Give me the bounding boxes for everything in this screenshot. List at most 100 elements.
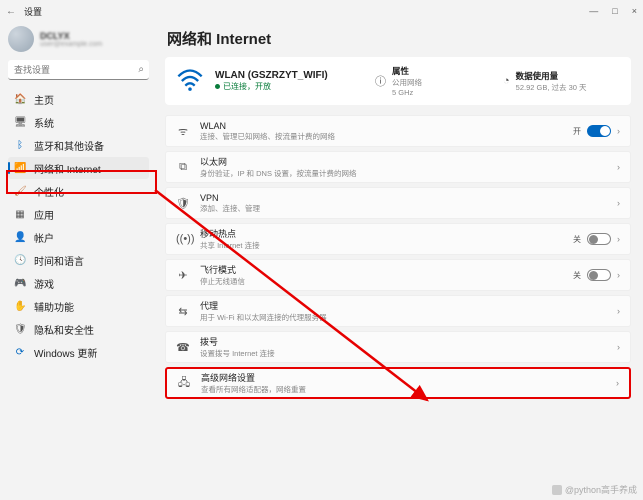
- row-title: 飞行模式: [200, 263, 573, 276]
- avatar: [8, 26, 34, 52]
- maximize-button[interactable]: □: [612, 6, 617, 16]
- setting-row-5[interactable]: ⇆代理用于 Wi-Fi 和以太网连接的代理服务器›: [165, 295, 631, 327]
- app-title: 设置: [24, 5, 42, 18]
- nav-label: 网络和 Internet: [34, 161, 101, 176]
- close-button[interactable]: ×: [632, 6, 637, 16]
- toggle-switch[interactable]: [587, 233, 611, 245]
- nav-label: 隐私和安全性: [34, 322, 94, 337]
- back-button[interactable]: ←: [6, 6, 16, 17]
- row-desc: 共享 Internet 连接: [200, 240, 573, 251]
- network-status-card[interactable]: WLAN (GSZRZYT_WIFI) 已连接，开放 ⓘ 属性 公用网络 5 G…: [165, 57, 631, 105]
- search-input[interactable]: [8, 60, 149, 80]
- chevron-right-icon: ›: [617, 270, 620, 280]
- nav-label: 主页: [34, 92, 54, 107]
- nav-icon: 🛡: [14, 324, 26, 335]
- properties-block[interactable]: ⓘ 属性 公用网络 5 GHz: [375, 65, 493, 97]
- user-block[interactable]: DCLYX user@example.com: [8, 26, 149, 52]
- chevron-right-icon: ›: [617, 306, 620, 316]
- sidebar-item-5[interactable]: ▦ 应用: [8, 203, 149, 225]
- nav-icon: ✋: [14, 301, 26, 312]
- row-icon: 🛡: [176, 197, 190, 210]
- settings-list: ᯤWLAN连接、管理已知网络、按流量计费的网络开›⧉以太网身份验证，IP 和 D…: [165, 115, 631, 399]
- sidebar-item-4[interactable]: 🖌个性化: [8, 180, 149, 202]
- sidebar-item-6[interactable]: 👤 帐户: [8, 226, 149, 248]
- row-title: 拨号: [200, 335, 617, 348]
- row-desc: 身份验证，IP 和 DNS 设置，按流量计费的网络: [200, 168, 617, 179]
- watermark: @python高手养成: [552, 483, 637, 496]
- nav-icon: ▦: [14, 209, 26, 220]
- user-email: user@example.com: [40, 41, 102, 48]
- search-box[interactable]: ⌕: [8, 60, 149, 80]
- user-name: DCLYX: [40, 31, 102, 41]
- nav-list: 🏠 主页 🖥 系统 ᛒ 蓝牙和其他设备 📶 网络和 Internet 🖌个性化 ▦ 应用 👤 帐户 🕓 时间…: [8, 88, 149, 363]
- sidebar-item-2[interactable]: ᛒ 蓝牙和其他设备: [8, 134, 149, 156]
- toggle-switch[interactable]: [587, 125, 611, 137]
- chevron-right-icon: ›: [616, 378, 619, 388]
- nav-icon: 👤: [14, 232, 26, 243]
- toggle-label: 关: [573, 234, 581, 245]
- row-desc: 停止无线通信: [200, 276, 573, 287]
- chevron-right-icon: ›: [617, 198, 620, 208]
- row-desc: 用于 Wi-Fi 和以太网连接的代理服务器: [200, 312, 617, 323]
- titlebar: ← 设置 — □ ×: [0, 0, 643, 22]
- info-icon: ⓘ: [375, 73, 386, 89]
- row-desc: 连接、管理已知网络、按流量计费的网络: [200, 131, 573, 142]
- toggle-label: 关: [573, 270, 581, 281]
- chevron-right-icon: ›: [617, 342, 620, 352]
- row-title: 代理: [200, 299, 617, 312]
- nav-label: Windows 更新: [34, 345, 97, 360]
- row-title: 以太网: [200, 155, 617, 168]
- nav-icon: ᛒ: [14, 140, 26, 151]
- setting-row-2[interactable]: 🛡VPN添加、连接、管理›: [165, 187, 631, 219]
- sidebar-item-9[interactable]: ✋ 辅助功能: [8, 295, 149, 317]
- wifi-large-icon: [175, 66, 205, 96]
- setting-row-7[interactable]: 🖧高级网络设置查看所有网络适配器，网络重置›: [165, 367, 631, 399]
- nav-icon: 🕓: [14, 255, 26, 266]
- row-icon: ᯤ: [176, 124, 190, 139]
- nav-label: 系统: [34, 115, 54, 130]
- search-icon: ⌕: [138, 64, 144, 75]
- ssid-label: WLAN (GSZRZYT_WIFI): [215, 70, 365, 81]
- usage-sub: 52.92 GB, 过去 30 天: [516, 82, 587, 93]
- sidebar-item-7[interactable]: 🕓 时间和语言: [8, 249, 149, 271]
- row-desc: 设置拨号 Internet 连接: [200, 348, 617, 359]
- minimize-button[interactable]: —: [589, 6, 598, 16]
- sidebar: DCLYX user@example.com ⌕ 🏠 主页 🖥 系统 ᛒ 蓝牙和其他设备 📶…: [0, 22, 155, 500]
- page-title: 网络和 Internet: [167, 28, 631, 49]
- nav-icon: 🖌: [14, 186, 26, 197]
- setting-row-3[interactable]: ((•))移动热点共享 Internet 连接关›: [165, 223, 631, 255]
- nav-label: 时间和语言: [34, 253, 84, 268]
- sidebar-item-11[interactable]: ⟳Windows 更新: [8, 341, 149, 363]
- nav-label: 蓝牙和其他设备: [34, 138, 104, 153]
- nav-icon: 🎮: [14, 278, 26, 289]
- chevron-right-icon: ›: [617, 234, 620, 244]
- toggle-switch[interactable]: [587, 269, 611, 281]
- row-title: 移动热点: [200, 227, 573, 240]
- nav-icon: 📶: [14, 163, 26, 174]
- sidebar-item-10[interactable]: 🛡 隐私和安全性: [8, 318, 149, 340]
- sidebar-item-8[interactable]: 🎮游戏: [8, 272, 149, 294]
- nav-icon: 🖥: [14, 117, 26, 128]
- nav-label: 应用: [34, 207, 54, 222]
- sidebar-item-1[interactable]: 🖥 系统: [8, 111, 149, 133]
- nav-label: 帐户: [34, 230, 54, 245]
- usage-title: 数据使用量: [516, 70, 587, 82]
- nav-icon: 🏠: [14, 94, 26, 105]
- sidebar-item-3[interactable]: 📶 网络和 Internet: [8, 157, 149, 179]
- setting-row-0[interactable]: ᯤWLAN连接、管理已知网络、按流量计费的网络开›: [165, 115, 631, 147]
- data-usage-block[interactable]: ◔ 数据使用量 52.92 GB, 过去 30 天: [503, 70, 621, 93]
- toggle-label: 开: [573, 126, 581, 137]
- chevron-right-icon: ›: [617, 126, 620, 136]
- row-title: VPN: [200, 193, 617, 203]
- row-icon: ☎: [176, 341, 190, 354]
- setting-row-4[interactable]: ✈飞行模式停止无线通信关›: [165, 259, 631, 291]
- row-icon: ⧉: [176, 161, 190, 174]
- setting-row-6[interactable]: ☎ 拨号设置拨号 Internet 连接›: [165, 331, 631, 363]
- sidebar-item-0[interactable]: 🏠 主页: [8, 88, 149, 110]
- properties-title: 属性: [392, 65, 422, 77]
- setting-row-1[interactable]: ⧉以太网身份验证，IP 和 DNS 设置，按流量计费的网络›: [165, 151, 631, 183]
- row-icon: 🖧: [177, 374, 191, 393]
- chart-icon: ◔: [503, 75, 510, 87]
- nav-label: 辅助功能: [34, 299, 74, 314]
- row-title: 高级网络设置: [201, 371, 616, 384]
